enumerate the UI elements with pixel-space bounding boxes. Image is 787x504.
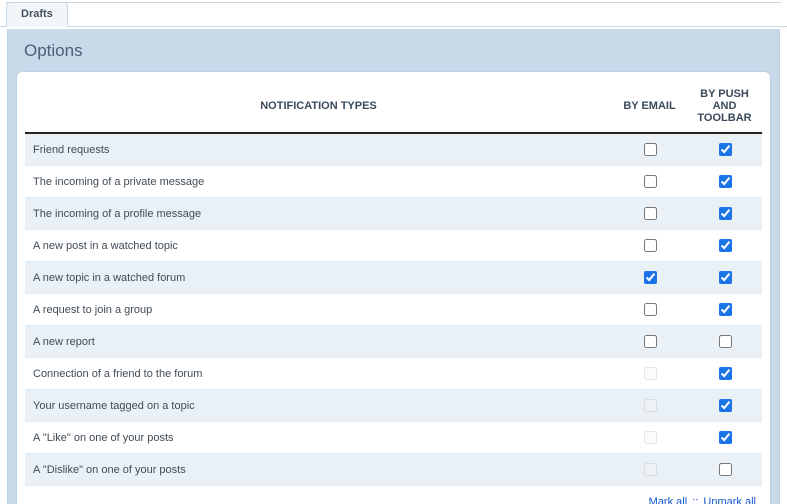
checkbox-push[interactable] bbox=[719, 303, 732, 316]
row-label: A "Like" on one of your posts bbox=[25, 422, 612, 454]
mark-links: Mark all :: Unmark all bbox=[25, 486, 762, 504]
cell-email bbox=[612, 198, 687, 230]
checkbox-push[interactable] bbox=[719, 463, 732, 476]
row-label: A new report bbox=[25, 326, 612, 358]
cell-push bbox=[687, 230, 762, 262]
cell-email bbox=[612, 166, 687, 198]
row-label: Friend requests bbox=[25, 133, 612, 166]
checkbox-push[interactable] bbox=[719, 367, 732, 380]
top-tabs: Drafts bbox=[0, 0, 787, 27]
row-label: A new post in a watched topic bbox=[25, 230, 612, 262]
cell-push bbox=[687, 326, 762, 358]
checkbox-email[interactable] bbox=[644, 303, 657, 316]
cell-email bbox=[612, 358, 687, 390]
cell-email bbox=[612, 133, 687, 166]
table-row: A "Dislike" on one of your posts bbox=[25, 454, 762, 486]
notifications-table: NOTIFICATION TYPES BY EMAIL BY PUSH AND … bbox=[25, 80, 762, 486]
row-label: Your username tagged on a topic bbox=[25, 390, 612, 422]
col-header-email: BY EMAIL bbox=[612, 80, 687, 133]
checkbox-push[interactable] bbox=[719, 207, 732, 220]
checkbox-email[interactable] bbox=[644, 175, 657, 188]
table-row: A new topic in a watched forum bbox=[25, 262, 762, 294]
checkbox-email[interactable] bbox=[644, 271, 657, 284]
checkbox-email[interactable] bbox=[644, 239, 657, 252]
cell-email bbox=[612, 294, 687, 326]
cell-email bbox=[612, 422, 687, 454]
checkbox-push[interactable] bbox=[719, 271, 732, 284]
cell-push bbox=[687, 262, 762, 294]
row-label: Connection of a friend to the forum bbox=[25, 358, 612, 390]
row-label: The incoming of a private message bbox=[25, 166, 612, 198]
cell-push bbox=[687, 358, 762, 390]
cell-push bbox=[687, 294, 762, 326]
options-panel: Options NOTIFICATION TYPES BY EMAIL BY P… bbox=[7, 29, 780, 504]
cell-push bbox=[687, 390, 762, 422]
cell-push bbox=[687, 454, 762, 486]
top-tab-border bbox=[6, 2, 781, 3]
checkbox-push[interactable] bbox=[719, 431, 732, 444]
cell-email bbox=[612, 262, 687, 294]
checkbox-email bbox=[644, 367, 657, 380]
checkbox-email[interactable] bbox=[644, 207, 657, 220]
table-row: The incoming of a profile message bbox=[25, 198, 762, 230]
checkbox-email[interactable] bbox=[644, 335, 657, 348]
table-row: Friend requests bbox=[25, 133, 762, 166]
table-row: A request to join a group bbox=[25, 294, 762, 326]
checkbox-push[interactable] bbox=[719, 143, 732, 156]
checkbox-email bbox=[644, 463, 657, 476]
options-card: NOTIFICATION TYPES BY EMAIL BY PUSH AND … bbox=[16, 71, 771, 504]
mark-separator: :: bbox=[690, 496, 700, 504]
tab-drafts[interactable]: Drafts bbox=[6, 2, 68, 27]
checkbox-push[interactable] bbox=[719, 399, 732, 412]
table-row: A new report bbox=[25, 326, 762, 358]
row-label: A "Dislike" on one of your posts bbox=[25, 454, 612, 486]
mark-all-link[interactable]: Mark all bbox=[649, 496, 688, 504]
checkbox-email bbox=[644, 431, 657, 444]
cell-email bbox=[612, 326, 687, 358]
cell-email bbox=[612, 390, 687, 422]
col-header-push: BY PUSH AND TOOLBAR bbox=[687, 80, 762, 133]
col-header-types: NOTIFICATION TYPES bbox=[25, 80, 612, 133]
cell-email bbox=[612, 230, 687, 262]
unmark-all-link[interactable]: Unmark all bbox=[703, 496, 756, 504]
cell-email bbox=[612, 454, 687, 486]
cell-push bbox=[687, 422, 762, 454]
table-row: The incoming of a private message bbox=[25, 166, 762, 198]
table-row: A "Like" on one of your posts bbox=[25, 422, 762, 454]
checkbox-push[interactable] bbox=[719, 175, 732, 188]
cell-push bbox=[687, 198, 762, 230]
table-row: Your username tagged on a topic bbox=[25, 390, 762, 422]
table-row: A new post in a watched topic bbox=[25, 230, 762, 262]
panel-title: Options bbox=[8, 29, 779, 71]
table-row: Connection of a friend to the forum bbox=[25, 358, 762, 390]
checkbox-email bbox=[644, 399, 657, 412]
checkbox-email[interactable] bbox=[644, 143, 657, 156]
row-label: The incoming of a profile message bbox=[25, 198, 612, 230]
checkbox-push[interactable] bbox=[719, 239, 732, 252]
checkbox-push[interactable] bbox=[719, 335, 732, 348]
row-label: A request to join a group bbox=[25, 294, 612, 326]
row-label: A new topic in a watched forum bbox=[25, 262, 612, 294]
cell-push bbox=[687, 133, 762, 166]
cell-push bbox=[687, 166, 762, 198]
